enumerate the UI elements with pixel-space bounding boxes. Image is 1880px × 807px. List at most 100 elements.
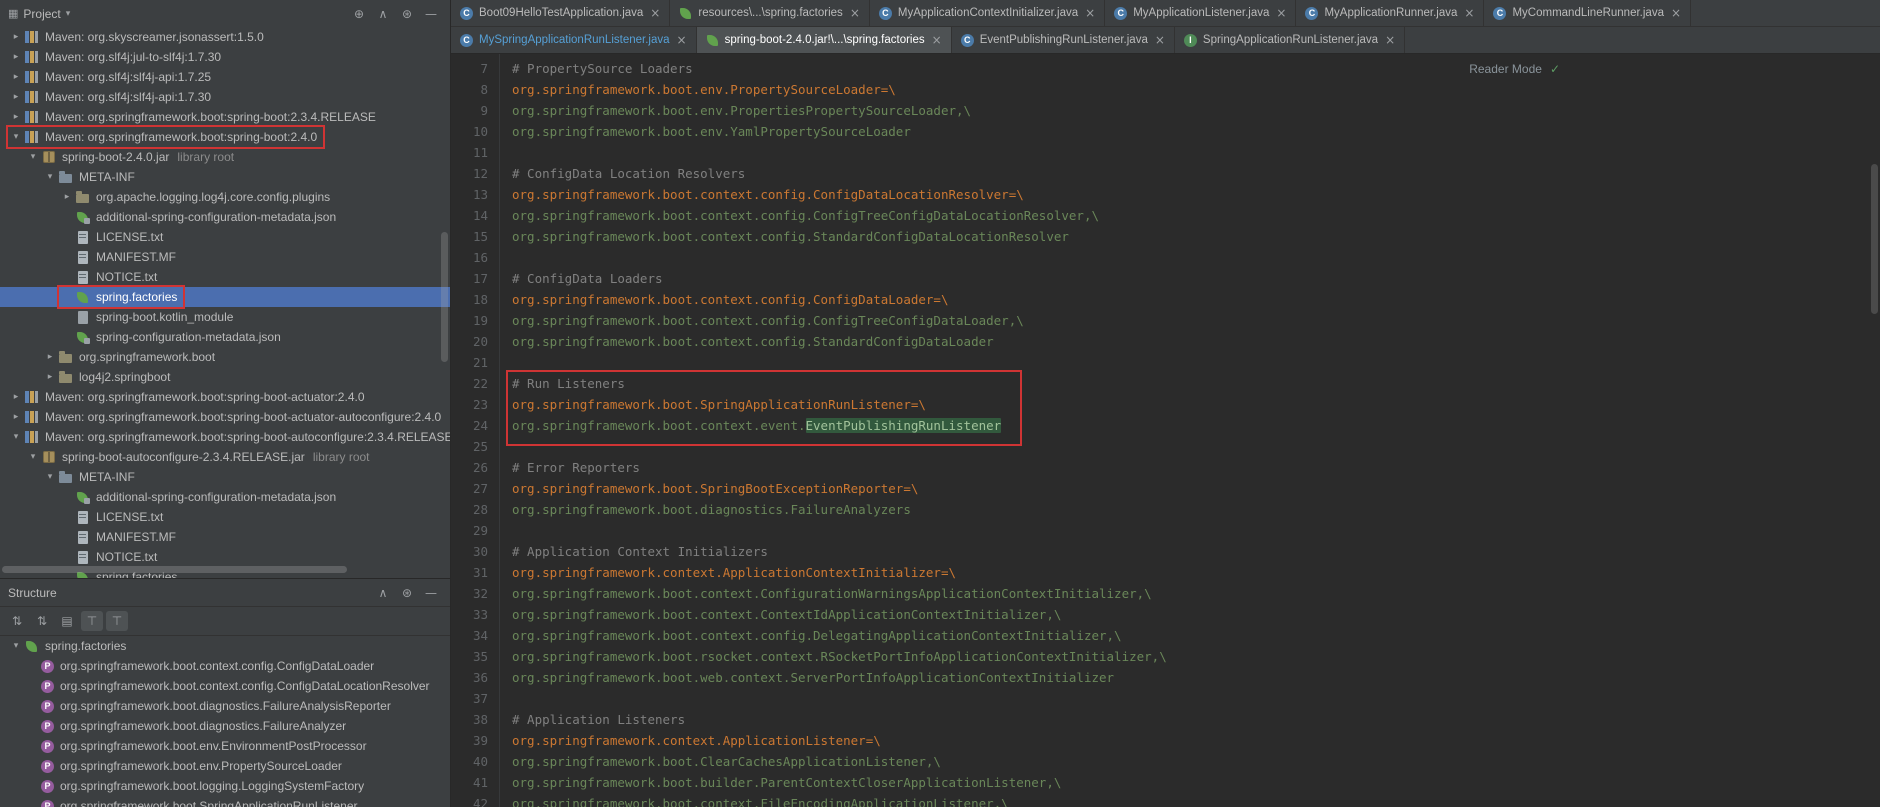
tab-close-icon[interactable]: ×: [850, 6, 860, 20]
collapse-all-icon[interactable]: ∧: [372, 583, 394, 603]
tab-close-icon[interactable]: ×: [650, 6, 660, 20]
project-tree-item[interactable]: ▸ Maven: org.slf4j:slf4j-api:1.7.25: [0, 67, 450, 87]
structure-panel-title[interactable]: Structure: [8, 586, 57, 600]
project-tree-item[interactable]: ▸ Maven: org.springframework.boot:spring-…: [0, 107, 450, 127]
structure-item[interactable]: Porg.springframework.boot.env.Environmen…: [0, 736, 450, 756]
structure-item[interactable]: Porg.springframework.boot.SpringApplicat…: [0, 796, 450, 807]
reader-mode-widget[interactable]: Reader Mode ✓: [1469, 59, 1560, 80]
tab-close-icon[interactable]: ×: [1276, 6, 1286, 20]
project-vertical-scrollbar[interactable]: [441, 232, 448, 362]
editor-tab[interactable]: spring-boot-2.4.0.jar!\...\spring.factor…: [696, 27, 952, 53]
project-tree-item[interactable]: spring.factories: [0, 285, 450, 309]
editor-tab[interactable]: C Boot09HelloTestApplication.java ×: [451, 0, 671, 26]
settings-gear-icon[interactable]: ⊛: [396, 583, 418, 603]
sort-by-visibility-icon[interactable]: ⇅: [31, 611, 53, 631]
project-tree-item[interactable]: ▸ Maven: org.slf4j:slf4j-api:1.7.30: [0, 87, 450, 107]
project-tree-item[interactable]: spring-boot.kotlin_module: [0, 307, 450, 327]
project-tree-item[interactable]: ▸ log4j2.springboot: [0, 367, 450, 387]
project-tree-item[interactable]: ▾ META-INF: [0, 167, 450, 187]
structure-item[interactable]: Porg.springframework.boot.logging.Loggin…: [0, 776, 450, 796]
structure-item[interactable]: Porg.springframework.boot.diagnostics.Fa…: [0, 696, 450, 716]
chevron-down-icon[interactable]: ▾: [66, 9, 71, 19]
group-list-icon[interactable]: ▤: [56, 611, 78, 631]
line-number: 29: [472, 523, 488, 538]
chevron-right-icon[interactable]: ▸: [8, 32, 24, 42]
project-tree-item[interactable]: ▾ Maven: org.springframework.boot:spring-…: [0, 125, 450, 149]
locate-icon[interactable]: ⊕: [348, 4, 370, 24]
project-tree-item[interactable]: LICENSE.txt: [0, 227, 450, 247]
tab-close-icon[interactable]: ×: [932, 33, 942, 47]
editor-tab[interactable]: C MyApplicationRunner.java ×: [1296, 0, 1485, 26]
chevron-right-icon[interactable]: ▸: [8, 112, 24, 122]
editor-scrollbar-thumb[interactable]: [1871, 164, 1878, 314]
tab-close-icon[interactable]: ×: [1155, 33, 1165, 47]
editor-tab[interactable]: C MyApplicationListener.java ×: [1105, 0, 1297, 26]
editor-tab[interactable]: I SpringApplicationRunListener.java ×: [1175, 27, 1406, 53]
reader-mode-label[interactable]: Reader Mode: [1469, 59, 1542, 80]
project-tree-item[interactable]: NOTICE.txt: [0, 547, 450, 567]
project-tree-item[interactable]: ▸ org.springframework.boot: [0, 347, 450, 367]
chevron-right-icon[interactable]: ▸: [8, 92, 24, 102]
structure-item[interactable]: Porg.springframework.boot.context.config…: [0, 656, 450, 676]
chevron-right-icon[interactable]: ▸: [8, 72, 24, 82]
show-fields-icon[interactable]: ⊤: [81, 611, 103, 631]
code-area[interactable]: # PropertySource Loaders org.springframew…: [500, 54, 1880, 807]
editor-tab[interactable]: C MyApplicationContextInitializer.java ×: [870, 0, 1106, 26]
chevron-right-icon[interactable]: ▸: [42, 372, 58, 382]
editor-scrollbar[interactable]: [1869, 54, 1880, 807]
chevron-down-icon[interactable]: ▾: [25, 152, 41, 162]
project-tree-item[interactable]: NOTICE.txt: [0, 267, 450, 287]
structure-item[interactable]: Porg.springframework.boot.context.config…: [0, 676, 450, 696]
hide-panel-icon[interactable]: —: [420, 4, 442, 24]
chevron-right-icon[interactable]: ▸: [8, 392, 24, 402]
structure-item[interactable]: Porg.springframework.boot.diagnostics.Fa…: [0, 716, 450, 736]
chevron-right-icon[interactable]: ▸: [59, 192, 75, 202]
tab-close-icon[interactable]: ×: [1671, 6, 1681, 20]
chevron-down-icon[interactable]: ▾: [25, 452, 41, 462]
project-tree-item[interactable]: ▸ Maven: org.skyscreamer.jsonassert:1.5.0: [0, 27, 450, 47]
project-tree-item[interactable]: spring-configuration-metadata.json: [0, 327, 450, 347]
editor-body[interactable]: 7 8 9 10 11 12 13 14 15 16 17 18 19 20 21 22 23 24 25 26 27 2…: [451, 54, 1880, 807]
chevron-down-icon[interactable]: ▾: [42, 472, 58, 482]
project-tree-item[interactable]: ▾ spring-boot-autoconfigure-2.3.4.RELEASE…: [0, 447, 450, 467]
editor-tab[interactable]: C MyCommandLineRunner.java ×: [1484, 0, 1692, 26]
chevron-down-icon[interactable]: ▾: [42, 172, 58, 182]
chevron-right-icon[interactable]: ▸: [42, 352, 58, 362]
tab-close-icon[interactable]: ×: [1464, 6, 1474, 20]
tab-close-icon[interactable]: ×: [677, 33, 687, 47]
project-tree-item[interactable]: ▾ Maven: org.springframework.boot:spring-…: [0, 427, 450, 447]
collapse-all-icon[interactable]: ∧: [372, 4, 394, 24]
project-tree-item[interactable]: LICENSE.txt: [0, 507, 450, 527]
project-tree-item[interactable]: ▸ Maven: org.springframework.boot:spring-…: [0, 387, 450, 407]
project-panel-title[interactable]: Project: [23, 7, 60, 21]
editor-tab[interactable]: resources\...\spring.factories ×: [670, 0, 870, 26]
project-tree-item[interactable]: ▾ META-INF: [0, 467, 450, 487]
chevron-right-icon[interactable]: ▸: [8, 52, 24, 62]
code-line: # Run Listeners: [512, 373, 1880, 394]
structure-item[interactable]: Porg.springframework.boot.env.PropertySo…: [0, 756, 450, 776]
editor-tab[interactable]: C MySpringApplicationRunListener.java ×: [451, 27, 697, 53]
project-tree-item[interactable]: MANIFEST.MF: [0, 527, 450, 547]
editor-tab[interactable]: C EventPublishingRunListener.java ×: [952, 27, 1175, 53]
tab-close-icon[interactable]: ×: [1085, 6, 1095, 20]
chevron-down-icon[interactable]: ▾: [8, 432, 24, 442]
project-tree-item[interactable]: additional-spring-configuration-metadata…: [0, 207, 450, 227]
settings-gear-icon[interactable]: ⊛: [396, 4, 418, 24]
chevron-down-icon[interactable]: ▾: [8, 641, 24, 651]
project-tree-item[interactable]: ▸ Maven: org.slf4j:jul-to-slf4j:1.7.30: [0, 47, 450, 67]
code-text: org.springframework.context.ApplicationC…: [512, 565, 957, 580]
project-tree-item[interactable]: MANIFEST.MF: [0, 247, 450, 267]
hide-panel-icon[interactable]: —: [420, 583, 442, 603]
structure-item[interactable]: ▾ spring.factories: [0, 636, 450, 656]
project-horizontal-scrollbar[interactable]: [2, 566, 347, 573]
show-properties-icon[interactable]: ⊤: [106, 611, 128, 631]
project-tree-item[interactable]: additional-spring-configuration-metadata…: [0, 487, 450, 507]
project-tree-item[interactable]: ▾ spring-boot-2.4.0.jar library root: [0, 147, 450, 167]
code-text: org.springframework.boot.builder.ParentC…: [512, 775, 1062, 790]
chevron-right-icon[interactable]: ▸: [8, 412, 24, 422]
sort-alphabetically-icon[interactable]: ⇅: [6, 611, 28, 631]
chevron-down-icon[interactable]: ▾: [8, 132, 24, 142]
project-tree-item[interactable]: ▸ org.apache.logging.log4j.core.config.pl…: [0, 187, 450, 207]
tab-close-icon[interactable]: ×: [1385, 33, 1395, 47]
project-tree-item[interactable]: ▸ Maven: org.springframework.boot:spring-…: [0, 407, 450, 427]
